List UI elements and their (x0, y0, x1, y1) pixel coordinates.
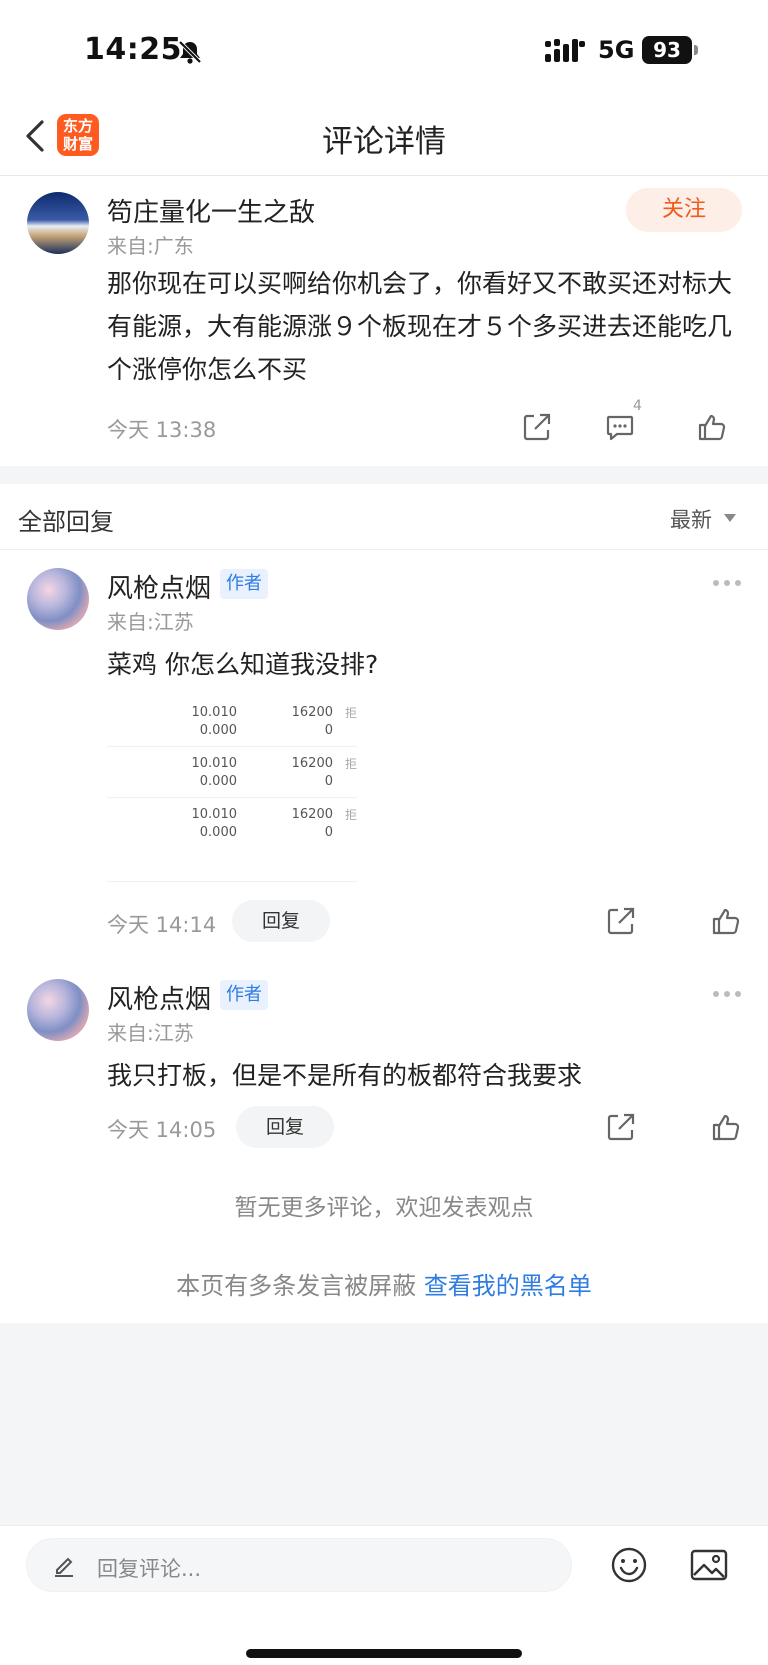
status-time: 14:25 (84, 32, 182, 67)
order-volume: 16200 0 (273, 755, 333, 791)
reply-input[interactable]: 回复评论... (26, 1538, 572, 1592)
home-indicator[interactable] (246, 1649, 522, 1658)
author-badge: 作者 (220, 569, 268, 599)
order-volume: 16200 0 (273, 704, 333, 740)
network-label: 5G (598, 36, 635, 64)
more-icon[interactable] (712, 989, 742, 999)
order-volume: 16200 0 (273, 806, 333, 842)
no-more-comments: 暂无更多评论，欢迎发表观点 (234, 1195, 534, 1221)
blocked-text: 本页有多条发言被屏蔽 (176, 1272, 424, 1300)
avatar[interactable] (27, 979, 89, 1041)
emoji-icon[interactable] (610, 1546, 648, 1584)
reply-time: 今天 14:05 (107, 1118, 217, 1142)
battery-level: 93 (642, 36, 692, 64)
order-volume-value: 16200 (291, 807, 333, 822)
reply-input-placeholder: 回复评论... (97, 1557, 202, 1581)
follow-button[interactable]: 关注 (626, 188, 742, 232)
order-volume-value: 16200 (291, 705, 333, 720)
main-post: 笱庄量化一生之敌 来自:广东 关注 那你现在可以买啊给你机会了，你看好又不敢买还… (0, 176, 768, 466)
reply-button[interactable]: 回复 (236, 1106, 334, 1148)
comment-count: 4 (633, 398, 642, 414)
like-icon[interactable] (697, 412, 727, 442)
order-flag: 拒 (345, 808, 358, 822)
battery-tip (694, 45, 698, 55)
reply-time: 今天 14:14 (107, 913, 217, 937)
order-image[interactable]: 10.010 0.000 16200 0 拒 10.010 0.000 1620… (107, 696, 357, 882)
post-location: 来自:广东 (107, 234, 194, 258)
reply-location: 来自:江苏 (107, 1021, 194, 1045)
order-price-sub: 0.000 (199, 825, 237, 840)
replies-header: 全部回复 最新 (0, 484, 768, 550)
like-icon[interactable] (711, 1112, 741, 1142)
comment-icon[interactable] (605, 412, 635, 442)
reply-content: 菜鸡 你怎么知道我没排? (107, 650, 379, 679)
reply-author[interactable]: 风枪点烟 (107, 979, 211, 1016)
order-row: 10.010 0.000 16200 0 拒 (107, 696, 357, 747)
blocked-notice: 本页有多条发言被屏蔽 查看我的黑名单 (0, 1266, 768, 1301)
order-price: 10.010 0.000 (183, 806, 238, 842)
section-divider (0, 466, 768, 484)
reply-button[interactable]: 回复 (232, 900, 330, 942)
signal-icon (545, 39, 585, 62)
order-row: 10.010 0.000 16200 0 拒 (107, 798, 358, 849)
order-price: 10.010 0.000 (183, 755, 238, 791)
order-flag: 拒 (345, 757, 358, 771)
avatar[interactable] (27, 568, 89, 630)
author-badge: 作者 (220, 980, 268, 1010)
nav-bar: 东方 财富 评论详情 (0, 100, 768, 176)
order-price-value: 10.010 (191, 705, 238, 720)
reply-author[interactable]: 风枪点烟 (107, 568, 211, 605)
order-price: 10.010 0.000 (183, 704, 238, 740)
order-price-value: 10.010 (191, 807, 238, 822)
avatar[interactable] (27, 192, 89, 254)
reply-content: 我只打板，但是不是所有的板都符合我要求 (107, 1061, 583, 1090)
share-icon[interactable] (606, 906, 636, 936)
post-author[interactable]: 笱庄量化一生之敌 (107, 192, 315, 229)
post-content: 那你现在可以买啊给你机会了，你看好又不敢买还对标大有能源，大有能源涨９个板现在才… (107, 269, 733, 384)
sort-dropdown[interactable]: 最新 (670, 504, 712, 534)
reply-location: 来自:江苏 (107, 610, 194, 634)
post-time: 今天 13:38 (107, 418, 217, 442)
order-price-value: 10.010 (191, 756, 238, 771)
share-icon[interactable] (606, 1112, 636, 1142)
order-volume-sub: 0 (324, 774, 333, 789)
bottom-bar: 回复评论... (0, 1525, 768, 1665)
empty-area (0, 1323, 768, 1525)
like-icon[interactable] (711, 906, 741, 936)
status-bar: 14:25 5G 93 (0, 0, 768, 100)
order-price-sub: 0.000 (199, 774, 237, 789)
bell-slash-icon (178, 40, 202, 64)
image-icon[interactable] (690, 1548, 728, 1582)
battery-indicator: 93 (642, 36, 698, 64)
page-title: 评论详情 (322, 124, 446, 160)
share-icon[interactable] (522, 412, 552, 442)
order-row: 10.010 0.000 16200 0 拒 (107, 747, 357, 798)
replies-title: 全部回复 (18, 508, 114, 536)
more-icon[interactable] (712, 578, 742, 588)
order-flag: 拒 (345, 706, 358, 720)
order-price-sub: 0.000 (199, 723, 237, 738)
chevron-down-icon[interactable] (724, 514, 736, 522)
order-volume-sub: 0 (324, 825, 333, 840)
order-volume-value: 16200 (291, 756, 333, 771)
blacklist-link[interactable]: 查看我的黑名单 (424, 1272, 592, 1300)
pencil-icon (55, 1557, 73, 1577)
order-volume-sub: 0 (324, 723, 333, 738)
